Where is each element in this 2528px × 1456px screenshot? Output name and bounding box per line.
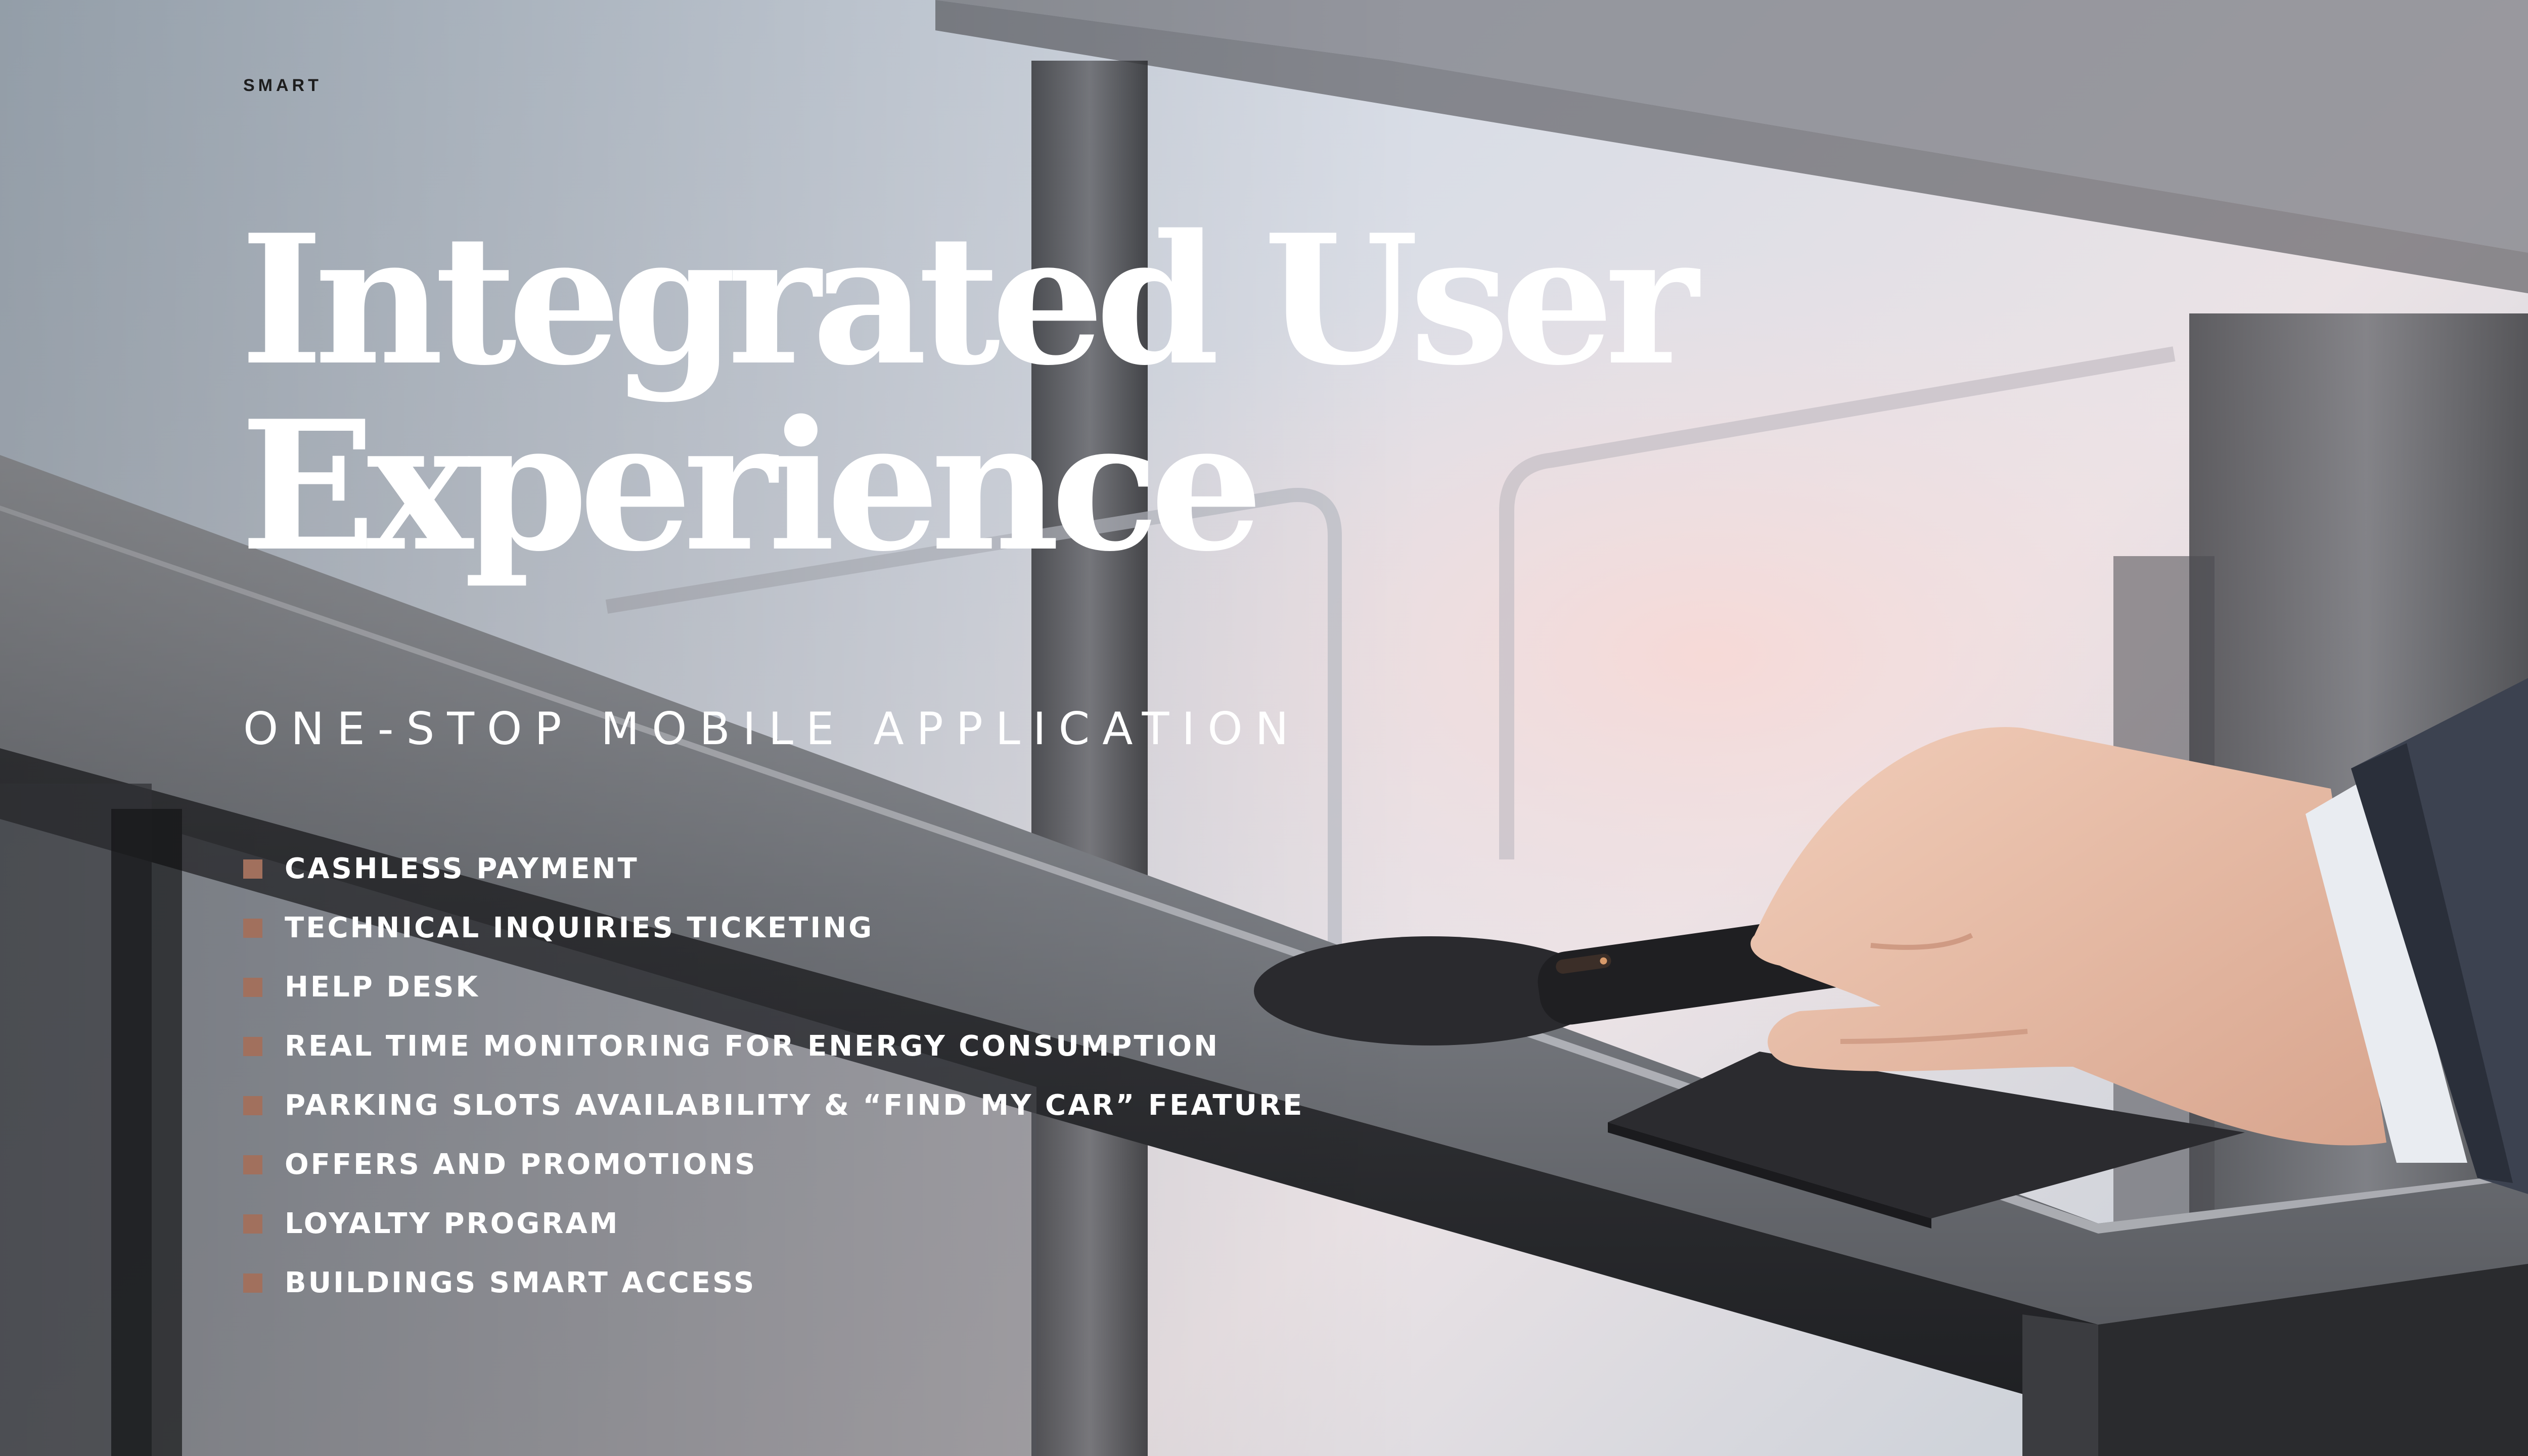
feature-label: CASHLESS PAYMENT — [285, 852, 639, 885]
square-bullet-icon — [243, 1273, 262, 1293]
feature-label: TECHNICAL INQUIRIES TICKETING — [285, 912, 874, 944]
section-eyebrow: SMART — [243, 76, 322, 95]
page-title-line-2: Experience — [240, 382, 1263, 591]
square-bullet-icon — [243, 1096, 262, 1115]
feature-label: OFFERS AND PROMOTIONS — [285, 1148, 757, 1181]
square-bullet-icon — [243, 859, 262, 879]
list-item: REAL TIME MONITORING FOR ENERGY CONSUMPT… — [243, 1017, 1304, 1076]
feature-label: REAL TIME MONITORING FOR ENERGY CONSUMPT… — [285, 1030, 1220, 1063]
feature-label: LOYALTY PROGRAM — [285, 1207, 620, 1240]
feature-label: PARKING SLOTS AVAILABILITY & “FIND MY CA… — [285, 1089, 1304, 1122]
slide: SMART Integrated User Experience ONE-STO… — [0, 0, 2528, 1456]
list-item: OFFERS AND PROMOTIONS — [243, 1135, 1304, 1194]
feature-label: BUILDINGS SMART ACCESS — [285, 1266, 756, 1299]
subtitle: ONE-STOP MOBILE APPLICATION — [243, 703, 1301, 755]
page-title: Integrated User Experience — [240, 207, 1909, 579]
list-item: PARKING SLOTS AVAILABILITY & “FIND MY CA… — [243, 1076, 1304, 1135]
page-title-line-1: Integrated User — [240, 196, 1699, 405]
feature-label: HELP DESK — [285, 971, 480, 1004]
feature-list: CASHLESS PAYMENT TECHNICAL INQUIRIES TIC… — [243, 839, 1304, 1312]
list-item: LOYALTY PROGRAM — [243, 1194, 1304, 1253]
list-item: HELP DESK — [243, 958, 1304, 1017]
square-bullet-icon — [243, 1036, 262, 1056]
square-bullet-icon — [243, 977, 262, 997]
square-bullet-icon — [243, 1214, 262, 1234]
square-bullet-icon — [243, 1155, 262, 1174]
square-bullet-icon — [243, 918, 262, 938]
list-item: BUILDINGS SMART ACCESS — [243, 1253, 1304, 1312]
list-item: TECHNICAL INQUIRIES TICKETING — [243, 898, 1304, 958]
list-item: CASHLESS PAYMENT — [243, 839, 1304, 898]
